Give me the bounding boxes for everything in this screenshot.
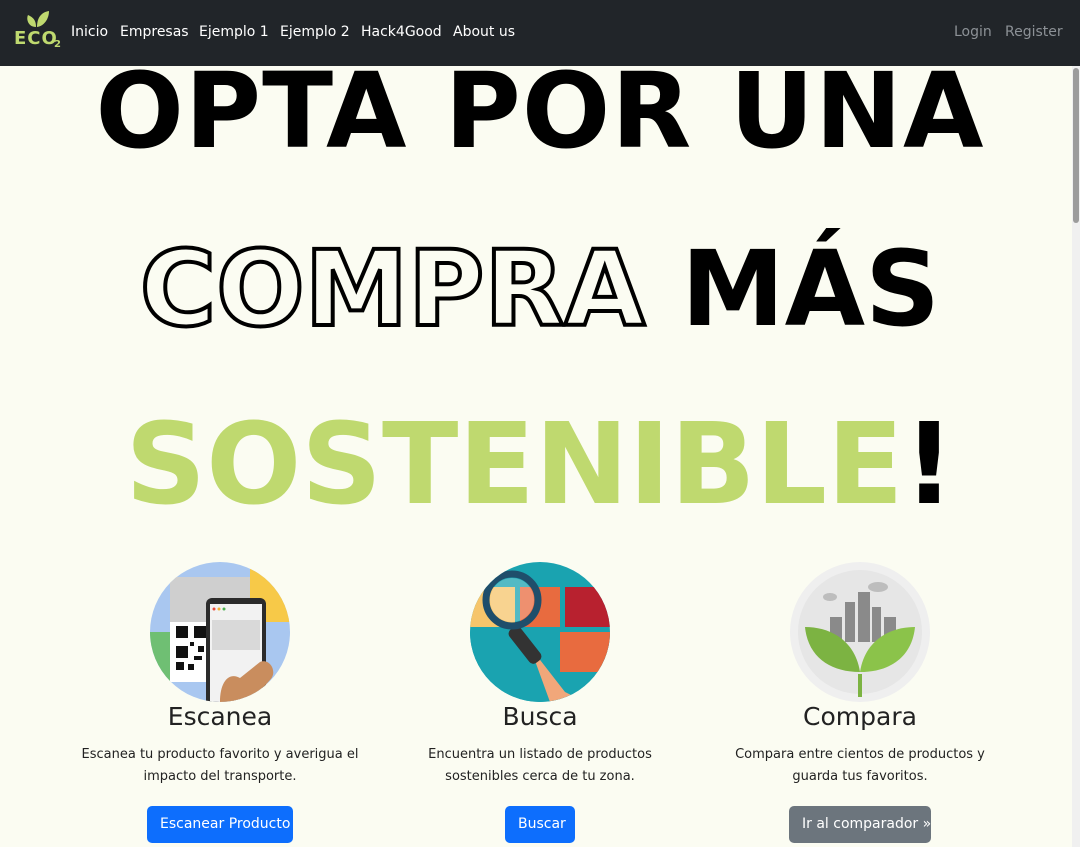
feature-description: Encuentra un listado de productos sosteni… xyxy=(370,744,710,788)
feature-title: Busca xyxy=(502,702,578,731)
nav-empresas[interactable]: Empresas xyxy=(120,24,189,40)
nav-hack4good[interactable]: Hack4Good xyxy=(361,24,442,40)
feature-title: Compara xyxy=(803,702,917,731)
feature-busca: Busca Encuentra un listado de productos s… xyxy=(370,562,710,843)
feature-compara: Compara Compara entre cientos de product… xyxy=(690,562,1030,843)
feature-title: Escanea xyxy=(167,702,273,731)
feature-description-line-1: Encuentra un listado de productos xyxy=(428,747,652,762)
feature-description-line-1: Escanea tu producto favorito y averigua … xyxy=(81,747,359,762)
nav-ejemplo-2[interactable]: Ejemplo 2 xyxy=(280,24,350,40)
brand-logo[interactable]: ECO 2 xyxy=(12,9,64,51)
feature-description-line-2: sostenibles cerca de tu zona. xyxy=(445,769,635,784)
search-button[interactable]: Buscar xyxy=(505,806,575,843)
hero-line-3: SOSTENIBLE! xyxy=(0,400,1080,530)
qr-phone-icon xyxy=(150,562,290,702)
nav-register[interactable]: Register xyxy=(1005,24,1063,40)
feature-escanea: Escanea Escanea tu producto favorito y a… xyxy=(50,562,390,843)
brand-word: ECO xyxy=(14,28,58,49)
feature-description: Compara entre cientos de productos y guar… xyxy=(690,744,1030,788)
hero-line-1: OPTA POR UNA xyxy=(95,50,985,172)
feature-description-line-1: Compara entre cientos de productos y xyxy=(735,747,985,762)
city-leaves-icon xyxy=(790,562,930,702)
hero-line-2: COMPRA MÁS xyxy=(0,226,1080,352)
nav-login[interactable]: Login xyxy=(954,24,992,40)
compare-button[interactable]: Ir al comparador » xyxy=(789,806,931,843)
nav-about-us[interactable]: About us xyxy=(453,24,515,40)
hero-outline-word: COMPRA xyxy=(138,226,647,352)
magnifier-icon xyxy=(470,562,610,702)
feature-description: Escanea tu producto favorito y averigua … xyxy=(50,744,390,788)
nav-ejemplo-1[interactable]: Ejemplo 1 xyxy=(199,24,269,40)
hero-green-word: SOSTENIBLE xyxy=(125,400,904,530)
hero-exclamation: ! xyxy=(903,400,955,530)
feature-description-line-2: guarda tus favoritos. xyxy=(792,769,928,784)
nav-inicio[interactable]: Inicio xyxy=(71,24,108,40)
scan-product-button[interactable]: Escanear Producto xyxy=(147,806,293,843)
brand-subscript: 2 xyxy=(54,39,61,50)
feature-description-line-2: impacto del transporte. xyxy=(143,769,297,784)
leaf-icon xyxy=(27,11,49,27)
hero-solid-word: MÁS xyxy=(681,228,941,350)
